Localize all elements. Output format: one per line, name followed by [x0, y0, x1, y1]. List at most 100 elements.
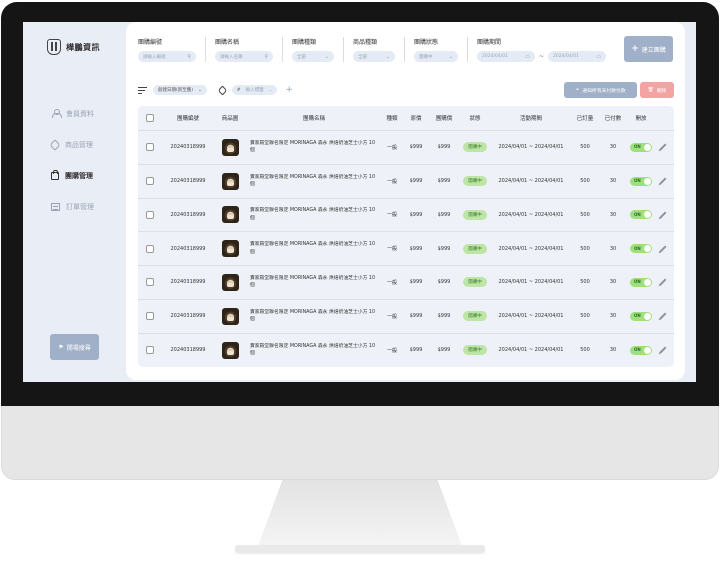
- product-thumbnail: [221, 138, 239, 156]
- sort-select[interactable]: 創建日期(新至舊) ⌄: [153, 85, 207, 95]
- group-buy-id: 20240318999: [170, 313, 206, 320]
- toggle-label: ON: [634, 245, 641, 251]
- select-all-checkbox[interactable]: [144, 106, 156, 130]
- group-price: $999: [437, 347, 451, 354]
- group-buy-name[interactable]: 賣家殿堂聯名限定 MORINAGA 森永 烘焙奶油芝士小方 10個: [250, 334, 375, 367]
- product-type-select[interactable]: 全部 ⌄: [353, 51, 395, 62]
- group-buy-name[interactable]: 賣家殿堂聯名限定 MORINAGA 森永 烘焙奶油芝士小方 10個: [250, 266, 375, 299]
- open-toggle[interactable]: ON: [628, 300, 654, 333]
- group-buy-name[interactable]: 賣家殿堂聯名限定 MORINAGA 森永 烘焙奶油芝士小方 10個: [250, 165, 375, 198]
- group-buy-id: 20240318999: [170, 144, 206, 151]
- button-label: 刪除: [656, 88, 667, 94]
- row-checkbox[interactable]: [144, 334, 156, 367]
- monitor-base: [235, 545, 485, 553]
- group-price: $999: [437, 144, 451, 151]
- paid-count: 30: [609, 211, 617, 218]
- sidebar-bottom-button[interactable]: ⚑ 開場搜尋: [50, 334, 99, 360]
- column-header: 已訂量: [576, 116, 594, 122]
- sidebar-item-products[interactable]: 商品管理: [49, 129, 94, 160]
- open-toggle[interactable]: ON: [628, 131, 654, 164]
- list-toolbar: 創建日期(新至舊) ⌄ # 輸入標籤 ⌄ +: [138, 85, 293, 95]
- open-toggle[interactable]: ON: [628, 334, 654, 367]
- open-toggle[interactable]: ON: [628, 199, 654, 232]
- select-value: 全部: [297, 54, 306, 60]
- group-buy-name[interactable]: 賣家殿堂聯名限定 MORINAGA 森永 烘焙奶油芝士小方 10個: [250, 199, 375, 232]
- open-toggle[interactable]: ON: [628, 232, 654, 265]
- status-cell: 團購中: [460, 266, 490, 299]
- product-image: [215, 300, 245, 333]
- start-date-input[interactable]: 2024/04/01 ▭: [477, 51, 535, 62]
- chevron-down-icon: ⌄: [198, 87, 202, 93]
- link-icon: ⚭: [575, 87, 580, 93]
- product-image: [215, 334, 245, 367]
- original-price: $999: [409, 211, 423, 218]
- plus-icon: +: [631, 44, 639, 54]
- group-buy-name[interactable]: 賣家殿堂聯名限定 MORINAGA 森永 烘焙奶油芝士小方 10個: [250, 300, 375, 333]
- edit-button[interactable]: [656, 131, 670, 164]
- chevron-down-icon: ⌄: [268, 87, 273, 93]
- user-icon: [51, 109, 62, 118]
- edit-button[interactable]: [656, 199, 670, 232]
- row-checkbox[interactable]: [144, 165, 156, 198]
- app-screen: 樺鵬資訊 會員資料 商品管理 團購管理 訂單管理 ⚑ 開場搜尋 團購編號 請輸入…: [23, 22, 696, 382]
- original-price: $999: [409, 313, 423, 320]
- add-tag-icon[interactable]: +: [285, 85, 293, 95]
- search-icon: ⚲: [264, 53, 268, 60]
- toggle-label: ON: [634, 279, 641, 285]
- table-row: 20240318999 賣家殿堂聯名限定 MORINAGA 森永 烘焙奶油芝士小方…: [138, 265, 674, 299]
- group-buy-name[interactable]: 賣家殿堂聯名限定 MORINAGA 森永 烘焙奶油芝士小方 10個: [250, 131, 375, 164]
- logo-icon: [47, 39, 61, 55]
- product-image: [215, 266, 245, 299]
- group-buy-id: 20240318999: [170, 347, 206, 354]
- sidebar-item-members[interactable]: 會員資料: [51, 98, 94, 129]
- paid-count: 30: [609, 313, 617, 320]
- group-buy-name[interactable]: 賣家殿堂聯名限定 MORINAGA 森永 烘焙奶油芝士小方 10個: [250, 232, 375, 265]
- tag-input[interactable]: # 輸入標籤 ⌄: [231, 85, 278, 95]
- edit-button[interactable]: [656, 300, 670, 333]
- row-checkbox[interactable]: [144, 300, 156, 333]
- type-select[interactable]: 全部 ⌄: [292, 51, 334, 62]
- row-checkbox[interactable]: [144, 232, 156, 265]
- toggle-label: ON: [634, 347, 641, 353]
- sidebar-item-orders[interactable]: 訂單管理: [51, 191, 94, 222]
- notify-unpaid-button[interactable]: ⚭ 通知所有未付款付款: [564, 82, 637, 98]
- status-badge: 團購中: [463, 345, 487, 356]
- product-image: [215, 165, 245, 198]
- sidebar-item-group-buy[interactable]: 團購管理: [51, 160, 94, 191]
- edit-button[interactable]: [656, 334, 670, 367]
- button-label: 建立團購: [641, 46, 666, 54]
- type-value: 一般: [386, 347, 397, 354]
- status-badge: 團購中: [463, 176, 487, 187]
- trash-icon: 🗑: [647, 87, 654, 93]
- column-header: 已付數: [604, 116, 622, 122]
- status-badge: 團購中: [463, 209, 487, 220]
- open-toggle[interactable]: ON: [628, 266, 654, 299]
- create-group-buy-button[interactable]: + 建立團購: [624, 36, 673, 62]
- activity-period: 2024/04/01 ~ 2024/04/01: [498, 211, 564, 218]
- status-badge: 團購中: [463, 311, 487, 322]
- filter-status: 團購狀態 團購中 ⌄: [404, 37, 467, 62]
- toggle-label: ON: [634, 144, 641, 150]
- type-value: 一般: [386, 144, 397, 151]
- column-header: 團購編號: [176, 116, 199, 122]
- name-search-input[interactable]: 請輸入名稱 ⚲: [215, 51, 273, 62]
- end-date-input[interactable]: 2024/04/01 ▭: [548, 51, 607, 62]
- status-select[interactable]: 團購中 ⌄: [414, 51, 458, 62]
- filter-label: 團購種類: [292, 39, 317, 46]
- open-toggle[interactable]: ON: [628, 165, 654, 198]
- row-checkbox[interactable]: [144, 266, 156, 299]
- edit-button[interactable]: [656, 165, 670, 198]
- row-checkbox[interactable]: [144, 199, 156, 232]
- tag-icon: [49, 138, 61, 151]
- flag-icon: ⚑: [58, 343, 64, 351]
- pencil-icon: [659, 143, 667, 151]
- id-search-input[interactable]: 請輸入編號 ⚲: [138, 51, 196, 62]
- toggle-label: ON: [634, 178, 641, 184]
- main-panel: 團購編號 請輸入編號 ⚲ 團購名稱 請輸入名稱 ⚲ 團購種類 全部 ⌄ 商品種類…: [126, 22, 685, 380]
- edit-button[interactable]: [656, 266, 670, 299]
- edit-button[interactable]: [656, 232, 670, 265]
- column-header: 商品圖: [221, 116, 239, 122]
- product-thumbnail: [221, 172, 239, 190]
- delete-button[interactable]: 🗑 刪除: [640, 82, 674, 98]
- row-checkbox[interactable]: [144, 131, 156, 164]
